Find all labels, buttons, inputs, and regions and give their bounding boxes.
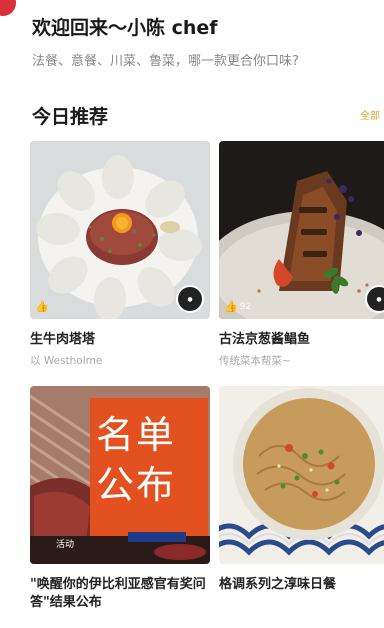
- greeting-title: 欢迎回来～小陈 chef: [32, 17, 218, 39]
- notification-badge: [0, 0, 16, 16]
- braised-fish-image: 👍 92 ●: [219, 141, 384, 319]
- thumbs-up-icon: 👍: [224, 300, 238, 313]
- iberico-ham-image: 名单 公布 活动: [30, 386, 210, 564]
- thumbs-up-icon: 👍: [35, 300, 49, 313]
- card-title: "唤醒你的伊比利亚感官有奖问答"结果公布: [30, 577, 206, 610]
- beef-tartare-image: 👍 ●: [30, 141, 210, 319]
- recipe-card[interactable]: 格调系列之淳味日餐: [219, 386, 384, 594]
- decorative-bar: [128, 532, 186, 542]
- card-meta: 传统菜本帮菜~: [219, 355, 291, 367]
- card-meta: 以 Westholme: [30, 355, 103, 367]
- announcement-banner: 名单 公布: [90, 398, 208, 536]
- like-count: 👍 92: [224, 300, 252, 313]
- recipe-card[interactable]: 👍 ● 生牛肉塔塔 以 Westholme: [30, 141, 210, 368]
- like-count: 👍: [35, 300, 51, 313]
- card-title: 格调系列之淳味日餐: [219, 577, 337, 592]
- banner-text: 名单: [96, 413, 177, 457]
- article-card[interactable]: 名单 公布 活动 "唤醒你的伊比利亚感官有奖问答"结果公布: [30, 386, 210, 612]
- greeting-subtitle: 法餐、意餐、川菜、鲁菜，哪一款更合你口味?: [32, 54, 299, 69]
- banner-text: 公布: [96, 463, 177, 507]
- card-title: 生牛肉塔塔: [30, 332, 96, 347]
- view-all-link[interactable]: 全部: [360, 107, 380, 122]
- section-title: 今日推荐: [32, 106, 109, 128]
- recipe-card[interactable]: 👍 92 ● 古法京葱酱鲳鱼 传统菜本帮菜~: [219, 141, 384, 368]
- overlay-tag: 活动: [56, 540, 75, 550]
- brand-logo-icon: ●: [176, 285, 204, 313]
- card-title: 古法京葱酱鲳鱼: [219, 332, 311, 347]
- japanese-noodle-image: [219, 386, 384, 564]
